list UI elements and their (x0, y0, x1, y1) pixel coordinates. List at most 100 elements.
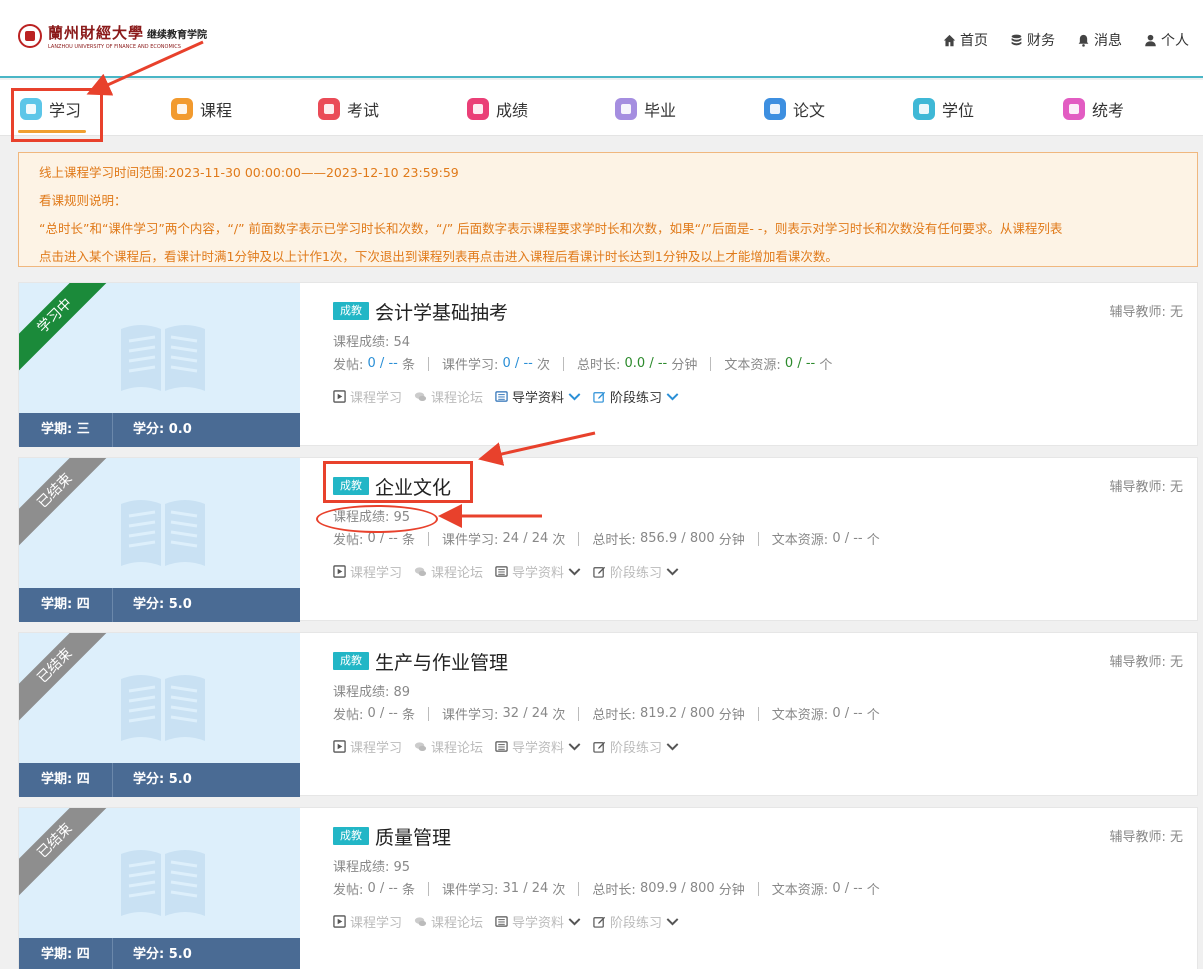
course-card[interactable]: 已结束 学期: 四学分: 5.0 成教 生产与作业管理 辅导教师: 无课程成绩: 89 发… (18, 632, 1198, 797)
duration-unit: 分钟 (718, 708, 745, 723)
course-title[interactable]: 会计学基础抽考 (375, 298, 508, 325)
course-actions: 课程学习 课程论坛 导学资料 阶段练习 (333, 912, 1183, 931)
stage-practice-dropdown[interactable]: 阶段练习 (593, 912, 679, 931)
tab-degree-label: 学位 (942, 101, 975, 120)
nav-profile[interactable]: 个人 (1144, 30, 1189, 50)
credit-label: 学分: (133, 422, 169, 437)
course-study-button[interactable]: 课程学习 (333, 912, 402, 931)
stage-practice-label: 阶段练习 (610, 741, 663, 756)
nav-home[interactable]: 首页 (943, 30, 988, 50)
course-card[interactable]: 学习中 学期: 三学分: 0.0 成教 会计学基础抽考 辅导教师: 无课程成绩: 54 发… (18, 282, 1198, 447)
course-score: 课程成绩: 95 (333, 856, 1183, 875)
course-thumbnail[interactable]: 已结束 学期: 四学分: 5.0 (19, 633, 300, 797)
annotation-box-course-title (323, 461, 473, 503)
course-title[interactable]: 生产与作业管理 (375, 648, 508, 675)
study-guide-dropdown[interactable]: 导学资料 (495, 387, 581, 406)
top-nav: 首页 财务 消息 个人 (943, 30, 1189, 50)
tab-unified-exam[interactable]: 统考 (1063, 94, 1124, 124)
nav-messages[interactable]: 消息 (1077, 30, 1122, 50)
chat-icon (414, 917, 427, 926)
course-study-button[interactable]: 课程学习 (333, 387, 402, 406)
course-thumbnail[interactable]: 已结束 学期: 四学分: 5.0 (19, 808, 300, 969)
course-title[interactable]: 质量管理 (375, 823, 451, 850)
stage-practice-dropdown[interactable]: 阶段练习 (593, 387, 679, 406)
score-value: 54 (393, 335, 411, 350)
course-forum-button[interactable]: 课程论坛 (414, 737, 483, 756)
duration-value: 856.9 / 800 (639, 531, 715, 546)
tab-graduation[interactable]: 毕业 (615, 94, 676, 124)
chevron-down-icon (666, 393, 679, 401)
tab-grades-label: 成绩 (496, 101, 529, 120)
tab-exams[interactable]: 考试 (318, 94, 379, 124)
book-icon (121, 850, 205, 916)
course-credit: 学分: 5.0 (113, 938, 192, 969)
course-forum-button[interactable]: 课程论坛 (414, 562, 483, 581)
course-card[interactable]: 已结束 学期: 四学分: 5.0 成教 企业文化 辅导教师: 无课程成绩: 95 发帖: … (18, 457, 1198, 622)
course-term: 学期: 四 (19, 938, 113, 969)
course-forum-button[interactable]: 课程论坛 (414, 912, 483, 931)
stage-practice-dropdown[interactable]: 阶段练习 (593, 562, 679, 581)
credit-label: 学分: (133, 597, 169, 612)
course-type-badge: 成教 (333, 827, 369, 845)
edit-icon (593, 566, 606, 578)
courseware-label: 课件学习: (442, 708, 499, 723)
credit-value: 5.0 (168, 597, 192, 612)
chevron-down-icon (666, 743, 679, 751)
logo-subtitle: LANZHOU UNIVERSITY OF FINANCE AND ECONOM… (48, 44, 181, 50)
term-label: 学期: (41, 947, 77, 962)
tab-thesis[interactable]: 论文 (764, 94, 825, 124)
chevron-down-icon (568, 568, 581, 576)
courseware-unit: 次 (536, 358, 550, 373)
course-study-label: 课程学习 (350, 566, 403, 581)
posts-value: 0 / -- (367, 706, 398, 721)
nav-finance[interactable]: 财务 (1010, 30, 1055, 50)
posts-value: 0 / -- (367, 531, 398, 546)
tab-grades[interactable]: 成绩 (467, 94, 528, 124)
book-icon (121, 500, 205, 566)
course-status-ribbon: 已结束 (19, 633, 114, 725)
course-study-button[interactable]: 课程学习 (333, 562, 402, 581)
home-icon (943, 34, 956, 46)
stage-practice-label: 阶段练习 (610, 916, 663, 931)
course-credit: 学分: 5.0 (113, 763, 192, 797)
course-tutor: 辅导教师: 无 (1109, 305, 1183, 320)
play-icon (333, 740, 346, 753)
duration-label: 总时长: (592, 883, 636, 898)
course-forum-label: 课程论坛 (431, 741, 484, 756)
graduation-icon (615, 98, 637, 120)
list-icon (495, 741, 508, 752)
resources-label: 文本资源: (771, 708, 829, 723)
tab-unified-exam-label: 统考 (1092, 101, 1125, 120)
courseware-unit: 次 (552, 533, 566, 548)
course-thumbnail[interactable]: 学习中 学期: 三学分: 0.0 (19, 283, 300, 447)
study-guide-dropdown[interactable]: 导学资料 (495, 737, 581, 756)
tab-degree[interactable]: 学位 (913, 94, 974, 124)
course-status-ribbon: 已结束 (19, 808, 114, 900)
credit-value: 5.0 (168, 947, 192, 962)
course-stats: 发帖: 0 / -- 条课件学习: 24 / 24 次总时长: 856.9 / … (333, 529, 1183, 548)
courseware-value: 31 / 24 (502, 881, 549, 896)
tab-thesis-label: 论文 (793, 101, 826, 120)
course-study-button[interactable]: 课程学习 (333, 737, 402, 756)
notice-rules-heading: 看课规则说明： (39, 193, 127, 208)
courseware-value: 32 / 24 (502, 706, 549, 721)
score-value: 95 (393, 860, 411, 875)
study-guide-label: 导学资料 (512, 741, 565, 756)
tab-courses[interactable]: 课程 (171, 94, 232, 124)
notice-rules-text: “总时长”和“课件学习”两个内容，“/” 前面数字表示已学习时长和次数，“/” … (39, 221, 1063, 236)
course-info: 成教 质量管理 辅导教师: 无课程成绩: 95 发帖: 0 / -- 条 课件学习: 3… (333, 824, 1183, 931)
stage-practice-dropdown[interactable]: 阶段练习 (593, 737, 679, 756)
score-100-icon (467, 98, 489, 120)
duration-value: 819.2 / 800 (639, 706, 715, 721)
course-forum-button[interactable]: 课程论坛 (414, 387, 483, 406)
study-guide-dropdown[interactable]: 导学资料 (495, 912, 581, 931)
study-guide-dropdown[interactable]: 导学资料 (495, 562, 581, 581)
course-thumbnail[interactable]: 已结束 学期: 四学分: 5.0 (19, 458, 300, 622)
nav-profile-label: 个人 (1161, 33, 1189, 49)
term-label: 学期: (41, 422, 77, 437)
credit-label: 学分: (133, 947, 169, 962)
course-stats: 发帖: 0 / -- 条 课件学习: 32 / 24 次 总时长: 819.2 / … (333, 704, 1183, 723)
university-logo[interactable]: 蘭州財經大學 继续教育学院 LANZHOU UNIVERSITY OF FINAN… (18, 22, 207, 50)
nav-home-label: 首页 (960, 33, 988, 49)
course-card[interactable]: 已结束 学期: 四学分: 5.0 成教 质量管理 辅导教师: 无课程成绩: 95 发帖: … (18, 807, 1198, 969)
